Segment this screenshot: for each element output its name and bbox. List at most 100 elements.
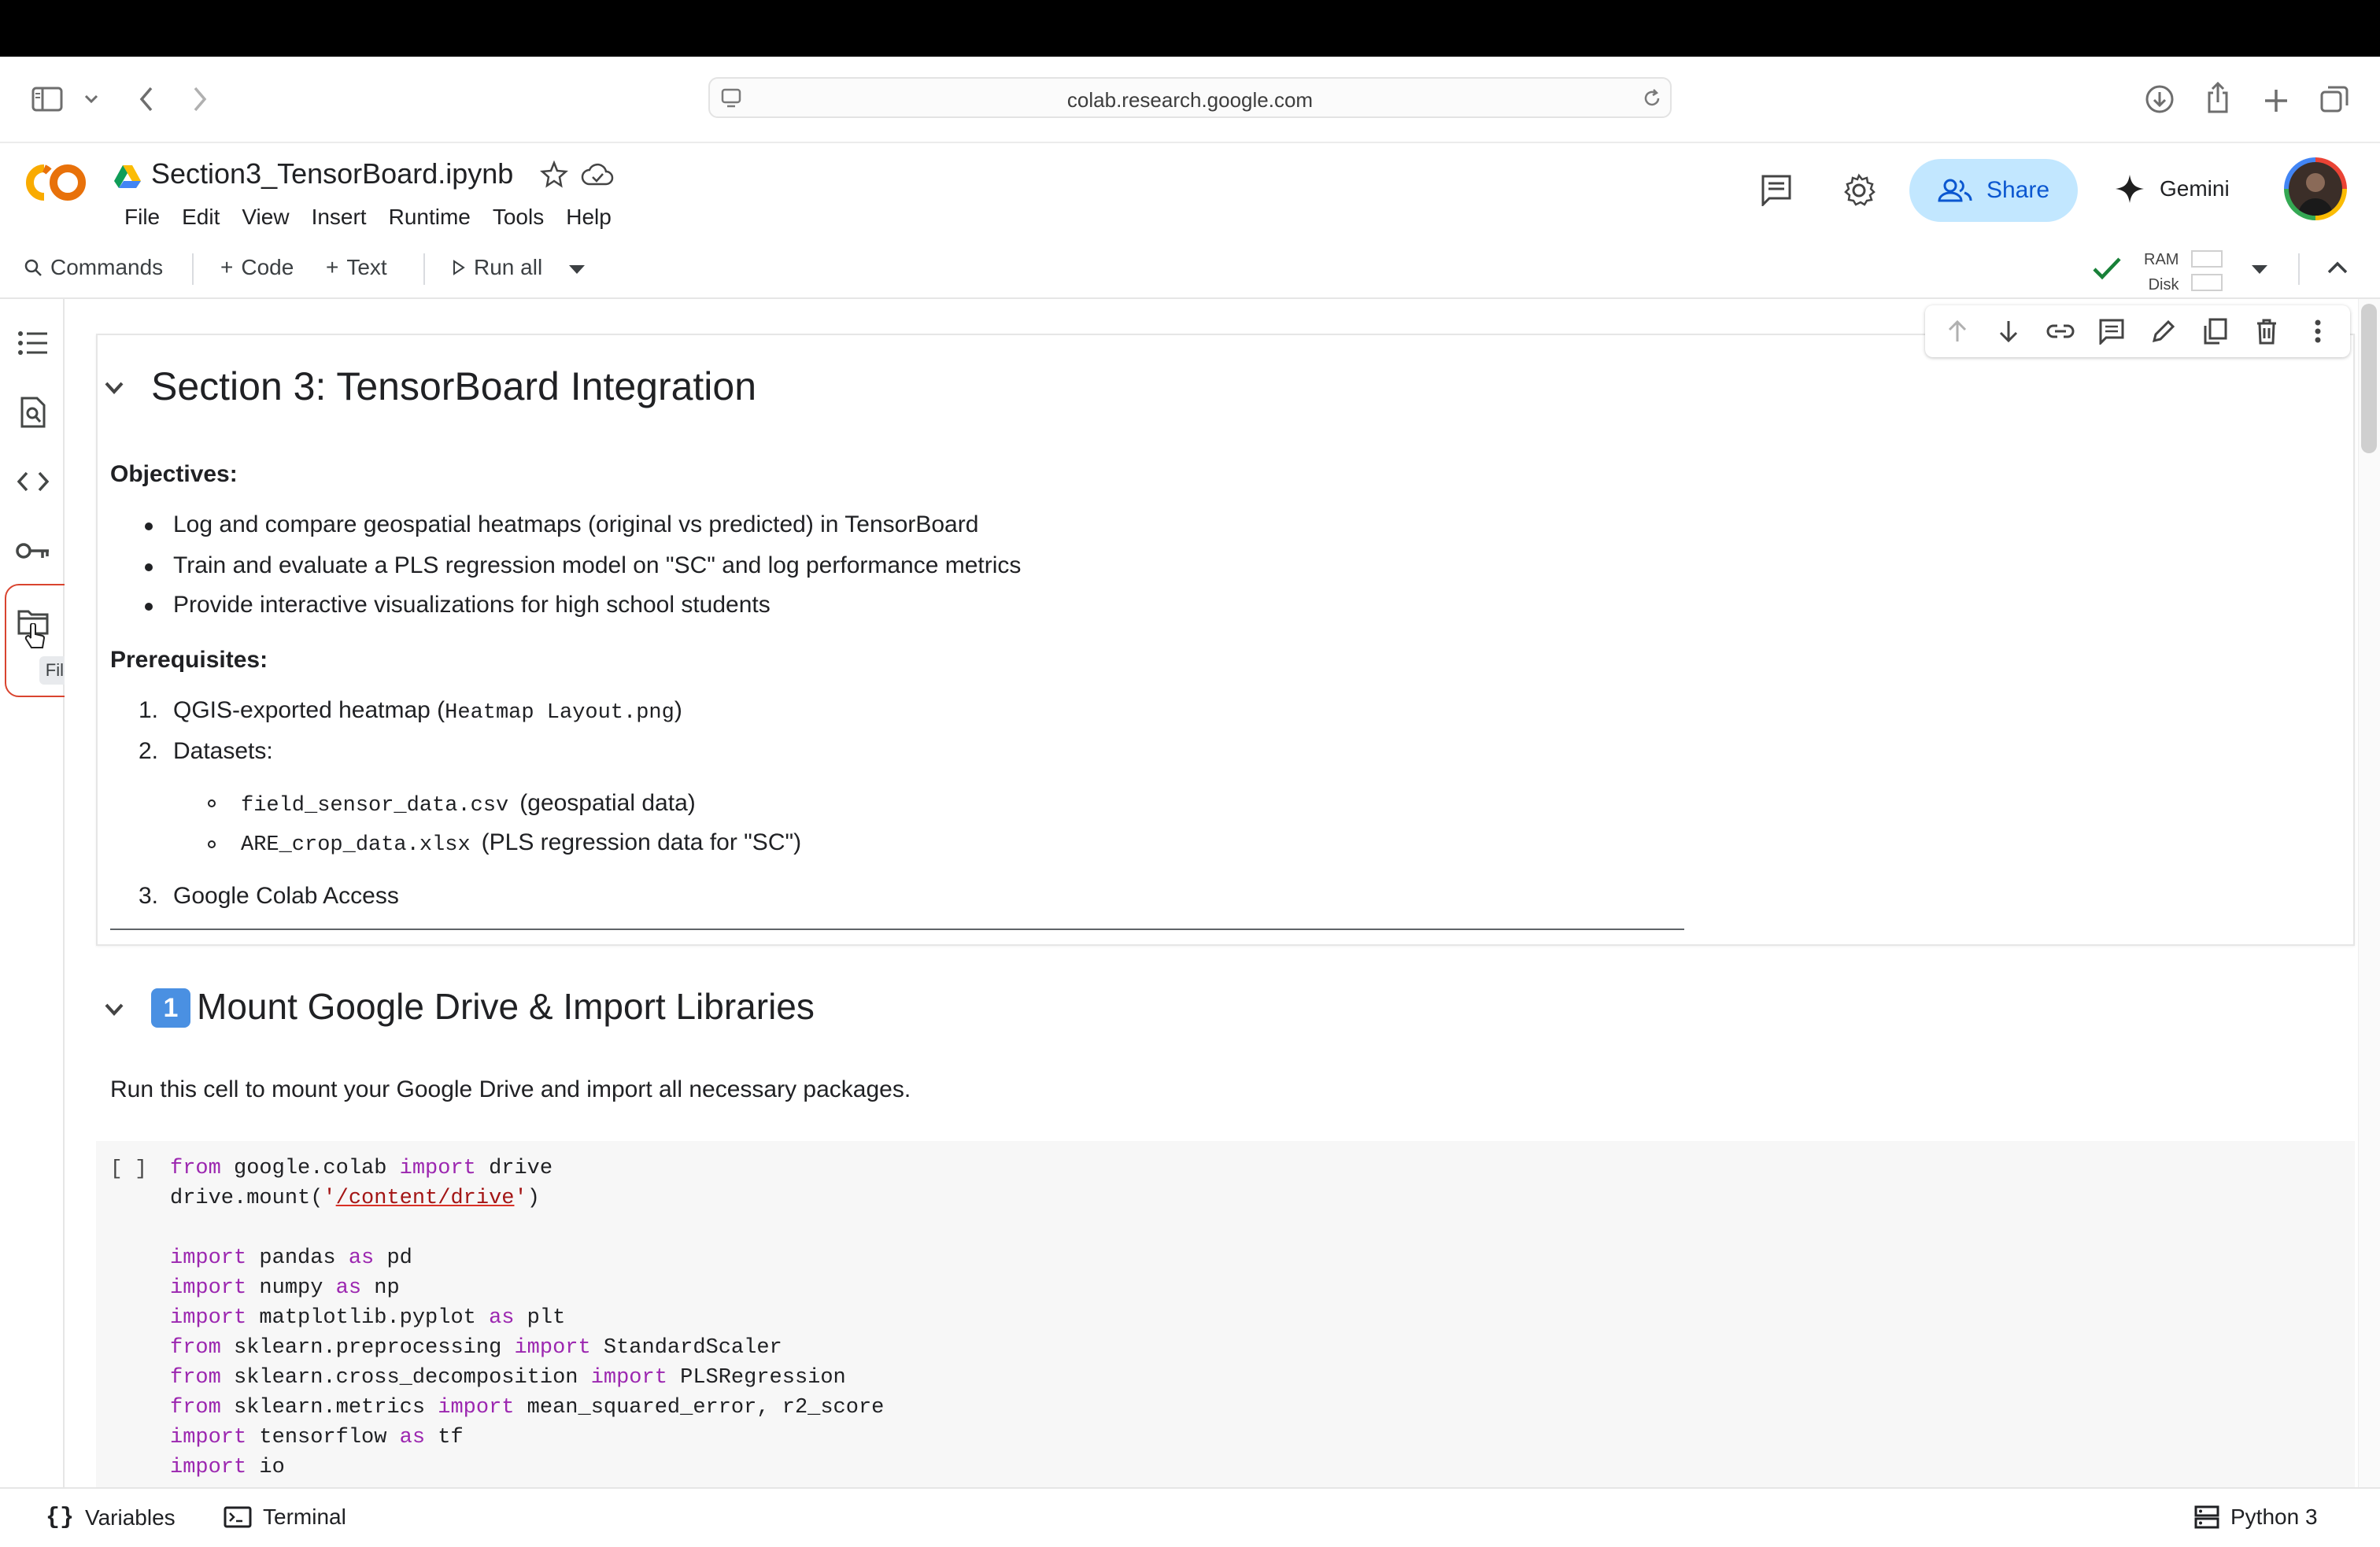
comments-icon[interactable] <box>1760 173 1793 206</box>
keyword: import <box>170 1306 247 1330</box>
code-line: import numpy as np <box>170 1276 400 1300</box>
run-all-dropdown-icon[interactable] <box>568 264 586 275</box>
address-bar[interactable]: colab.research.google.com <box>708 77 1672 118</box>
bullet <box>145 563 153 571</box>
run-cell-button[interactable]: [ ] <box>110 1157 147 1180</box>
notebook-toolbar: Commands + Code + Text Run all RAM Disk <box>0 241 2380 299</box>
list-number: 3. <box>139 883 159 909</box>
keyword: from <box>170 1336 221 1360</box>
runtime-label: Python 3 <box>2230 1505 2318 1529</box>
keyword: as <box>399 1426 426 1449</box>
more-options-icon[interactable] <box>2303 316 2333 346</box>
reload-icon[interactable] <box>1640 87 1664 110</box>
code-text: matplotlib.pyplot <box>246 1306 490 1330</box>
resource-monitor[interactable]: RAM Disk <box>2144 247 2179 297</box>
chevron-down-icon[interactable] <box>82 90 101 109</box>
delete-icon[interactable] <box>2252 316 2282 346</box>
commands-button[interactable]: Commands <box>24 255 163 280</box>
add-code-button[interactable]: + Code <box>220 255 294 280</box>
notebook-scrollbar[interactable] <box>2358 299 2380 1487</box>
keyword: import <box>399 1157 476 1180</box>
code-text: numpy <box>246 1276 336 1300</box>
prerequisites-label: Prerequisites: <box>110 647 268 673</box>
edit-pencil-icon[interactable] <box>2149 316 2179 346</box>
variables-button[interactable]: {} Variables <box>46 1505 176 1531</box>
table-of-contents-icon[interactable] <box>16 326 50 360</box>
horizontal-rule <box>110 929 1684 930</box>
bullet <box>145 522 153 530</box>
collapse-section-icon[interactable] <box>104 1002 124 1017</box>
keycap-one-emoji: 1 <box>151 988 190 1028</box>
share-button[interactable]: Share <box>1909 159 2078 222</box>
resource-dropdown-icon[interactable] <box>2251 264 2268 275</box>
back-icon[interactable] <box>132 83 161 115</box>
code-snippets-icon[interactable] <box>16 464 50 499</box>
inline-code: field_sensor_data.csv <box>241 794 509 818</box>
sidebar-toggle-icon[interactable] <box>30 83 65 115</box>
collapse-header-icon[interactable] <box>2326 260 2349 275</box>
secrets-key-icon[interactable] <box>16 534 50 568</box>
run-all-button[interactable]: Run all <box>452 255 542 280</box>
mirror-cell-icon[interactable] <box>2200 316 2230 346</box>
sub-bullet <box>208 799 216 807</box>
share-page-icon[interactable] <box>2201 80 2235 115</box>
code-text: tensorflow <box>246 1426 400 1449</box>
menu-file[interactable]: File <box>113 205 171 230</box>
dataset-item: ARE_crop_data.xlsx (PLS regression data … <box>241 829 801 857</box>
colab-logo[interactable] <box>20 161 91 205</box>
code-line: from sklearn.preprocessing import Standa… <box>170 1336 782 1360</box>
terminal-button[interactable]: Terminal <box>224 1505 346 1530</box>
text-label: Text <box>346 255 387 279</box>
keyword: from <box>170 1366 221 1390</box>
code-text: pd <box>374 1246 412 1270</box>
keyword: as <box>348 1246 375 1270</box>
menu-view[interactable]: View <box>231 205 300 230</box>
avatar[interactable] <box>2284 157 2347 220</box>
objective-item: Provide interactive visualizations for h… <box>173 592 771 618</box>
runtime-button[interactable]: Python 3 <box>2194 1505 2318 1530</box>
forward-icon[interactable] <box>186 83 214 115</box>
code-text: google.colab <box>220 1157 400 1180</box>
bullet <box>145 603 153 611</box>
menu-insert[interactable]: Insert <box>301 205 378 230</box>
gemini-label: Gemini <box>2160 176 2230 201</box>
find-replace-icon[interactable] <box>16 395 50 430</box>
prereq-text: ) <box>674 697 682 723</box>
menu-runtime[interactable]: Runtime <box>378 205 482 230</box>
left-sidebar <box>0 299 65 1487</box>
download-icon[interactable] <box>2142 82 2177 116</box>
notebook-title[interactable]: Section3_TensorBoard.ipynb <box>151 157 513 190</box>
tab-overview-icon[interactable] <box>2317 82 2352 116</box>
section-heading: Mount Google Drive & Import Libraries <box>197 986 815 1027</box>
add-text-button[interactable]: + Text <box>326 255 387 280</box>
code-text: sklearn.cross_decomposition <box>220 1366 591 1390</box>
inline-code: Heatmap Layout.png <box>445 701 674 725</box>
star-icon[interactable] <box>540 161 568 189</box>
scrollbar-thumb[interactable] <box>2361 304 2377 453</box>
menu-tools[interactable]: Tools <box>482 205 555 230</box>
move-up-icon[interactable] <box>1942 316 1972 346</box>
collapse-section-icon[interactable] <box>104 381 124 395</box>
settings-gear-icon[interactable] <box>1842 173 1876 208</box>
dataset-desc: (PLS regression data for "SC") <box>481 829 802 855</box>
move-down-icon[interactable] <box>1994 316 2023 346</box>
comment-icon[interactable] <box>2097 316 2127 346</box>
commands-label: Commands <box>50 255 164 279</box>
code-text: sklearn.preprocessing <box>220 1336 515 1360</box>
prereq-text: QGIS-exported heatmap ( <box>173 697 445 723</box>
cell-description: Run this cell to mount your Google Drive… <box>110 1076 911 1102</box>
gemini-button[interactable]: Gemini <box>2114 173 2230 205</box>
menu-edit[interactable]: Edit <box>171 205 231 230</box>
new-tab-icon[interactable] <box>2259 83 2293 118</box>
keyword: import <box>170 1276 247 1300</box>
cloud-saved-icon[interactable] <box>581 162 614 187</box>
code-line: import io <box>170 1456 285 1479</box>
menu-help[interactable]: Help <box>555 205 623 230</box>
code-text: sklearn.metrics <box>220 1396 438 1420</box>
code-line: import pandas as pd <box>170 1246 412 1270</box>
code-line: from sklearn.cross_decomposition import … <box>170 1366 846 1390</box>
google-drive-icon <box>113 164 142 189</box>
code-text: drive.mount( <box>170 1187 323 1210</box>
connected-check-icon[interactable] <box>2092 255 2122 283</box>
link-icon[interactable] <box>2046 316 2075 346</box>
